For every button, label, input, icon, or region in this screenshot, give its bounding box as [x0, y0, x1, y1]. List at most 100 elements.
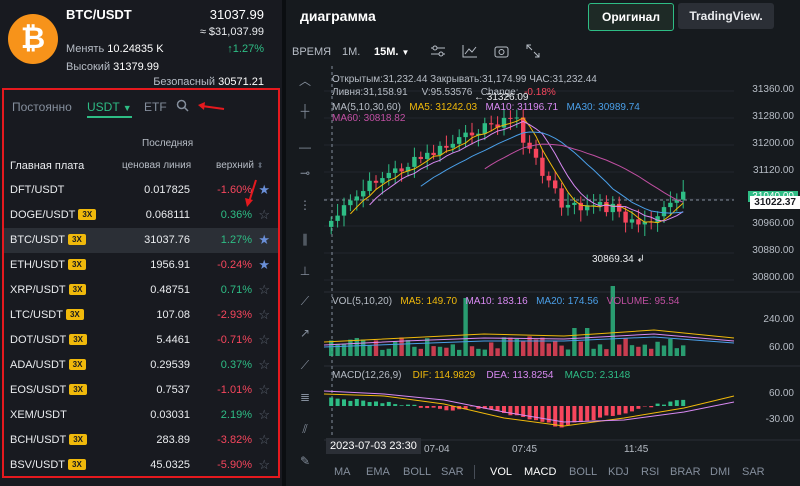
macd-bar [668, 401, 673, 406]
ray-line-icon[interactable]: ↗ [296, 324, 314, 342]
market-row[interactable]: ETH/USDT 3X 1956.91 -0.24% ★ [4, 253, 278, 278]
indicator-dmi[interactable]: DMI [710, 466, 730, 478]
col-name[interactable]: Главная плата [10, 160, 84, 172]
indicator-macd[interactable]: MACD [524, 466, 556, 478]
market-row[interactable]: BCH/USDT 3X 283.89 -3.82% ☆ [4, 428, 278, 453]
favorite-star-icon[interactable]: ☆ [258, 332, 270, 348]
favorite-star-icon[interactable]: ☆ [258, 207, 270, 223]
original-chart-button[interactable]: Оригинал [588, 3, 674, 31]
macd-label: MACD(12,26,9) [332, 370, 402, 381]
horizontal-ray-icon[interactable]: ⊸ [296, 164, 314, 182]
indicator-brar[interactable]: BRAR [670, 466, 701, 478]
favorite-star-icon[interactable]: ★ [258, 232, 270, 248]
timeframe-time[interactable]: ВРЕМЯ [292, 46, 331, 58]
segment-icon[interactable]: ⟋ [296, 356, 314, 374]
candle-body [361, 191, 366, 197]
market-row[interactable]: BTC/USDT 3X 31037.76 1.27% ★ [4, 228, 278, 253]
safe-value: 30571.21 [218, 76, 264, 88]
tradingview-button[interactable]: TradingView. [678, 3, 774, 29]
horizontal-line-icon[interactable]: — [296, 138, 314, 156]
favorite-star-icon[interactable]: ★ [258, 182, 270, 198]
macd-bar [623, 406, 628, 414]
chevron-down-icon: ▼ [122, 103, 132, 113]
tab-permanent[interactable]: Постоянно [12, 100, 72, 114]
favorite-star-icon[interactable]: ☆ [258, 407, 270, 423]
volume-bar [405, 340, 411, 356]
favorite-star-icon[interactable]: ☆ [258, 432, 270, 448]
current-price-tag: 31022.37 [750, 196, 800, 209]
market-row[interactable]: LTC/USDT 3X 107.08 -2.93% ☆ [4, 303, 278, 328]
pitchfork-icon[interactable]: ⫽ [296, 420, 314, 438]
timeframe-1m[interactable]: 1М. [342, 46, 360, 58]
row-price: 45.0325 [150, 459, 190, 471]
market-row[interactable]: DFT/USDT 0.017825 -1.60% ★ [4, 178, 278, 203]
collapse-toolbar-icon[interactable]: ︿ [296, 72, 314, 90]
volume-bar [348, 339, 353, 356]
timeframe-15m[interactable]: 15М. ▼ [374, 46, 409, 58]
indicator-boll-sub[interactable]: BOLL [569, 466, 597, 478]
crosshair-icon[interactable]: ┼ [296, 102, 314, 120]
settings-sliders-icon[interactable] [430, 44, 446, 61]
candle-body [450, 143, 455, 148]
macd-tick: -30.00 [765, 414, 794, 425]
market-row[interactable]: DOGE/USDT 3X 0.068111 0.36% ☆ [4, 203, 278, 228]
sort-icon: ⬍ [256, 161, 264, 170]
price-line-icon[interactable]: ⊥ [296, 262, 314, 280]
candle-body [636, 219, 641, 225]
row-change: 0.71% [220, 284, 252, 296]
search-icon[interactable] [176, 99, 189, 115]
parallel-channel-icon[interactable]: ∥ [296, 230, 314, 248]
market-row[interactable]: XEM/USDT 0.03031 2.19% ☆ [4, 403, 278, 428]
row-price: 283.89 [156, 434, 190, 446]
macd-bar [559, 406, 564, 428]
vertical-line-icon[interactable]: ⋮ [296, 196, 314, 214]
trend-line-icon[interactable]: ⟋ [296, 292, 314, 310]
market-row[interactable]: BSV/USDT 3X 45.0325 -5.90% ☆ [4, 453, 278, 478]
row-change: 0.36% [220, 209, 252, 221]
fibonacci-icon[interactable]: ≣ [296, 388, 314, 406]
indicator-sar-sub[interactable]: SAR [742, 466, 765, 478]
favorite-star-icon[interactable]: ☆ [258, 457, 270, 473]
indicator-ma[interactable]: MA [334, 466, 351, 478]
brush-icon[interactable]: ✎ [296, 452, 314, 470]
fullscreen-icon[interactable] [526, 44, 540, 61]
low-price-marker-label: 30869.34 [592, 254, 634, 265]
annotation-arrow-icon [198, 102, 225, 110]
tab-etf[interactable]: ETF [144, 100, 167, 114]
indicator-kdj[interactable]: KDJ [608, 466, 629, 478]
screenshot-icon[interactable] [494, 44, 510, 61]
candle-body [604, 201, 609, 213]
crosshair-time-label: 2023-07-03 23:30 [326, 438, 421, 454]
candle-body [444, 145, 449, 148]
indicator-ema[interactable]: EMA [366, 466, 390, 478]
market-row[interactable]: XRP/USDT 3X 0.48751 0.71% ☆ [4, 278, 278, 303]
volume-bar [668, 338, 673, 356]
indicator-sar[interactable]: SAR [441, 466, 464, 478]
col-upper[interactable]: верхний ⬍ [216, 160, 263, 171]
favorite-star-icon[interactable]: ☆ [258, 282, 270, 298]
macd-value: MACD: 2.3148 [564, 370, 631, 381]
indicator-rsi[interactable]: RSI [641, 466, 659, 478]
favorite-star-icon[interactable]: ☆ [258, 307, 270, 323]
indicator-chart-icon[interactable] [462, 44, 478, 61]
change-label: Менять [66, 43, 105, 55]
leverage-badge: 3X [68, 284, 87, 295]
row-price: 1956.91 [150, 259, 190, 271]
market-row[interactable]: EOS/USDT 3X 0.7537 -1.01% ☆ [4, 378, 278, 403]
indicator-vol[interactable]: VOL [490, 466, 512, 478]
chart-canvas[interactable] [324, 66, 800, 462]
kline-chart[interactable]: Открытым:31,232.44 Закрывать:31,174.99 Ч… [324, 66, 800, 462]
high-price-marker-label: 31326.09 [486, 92, 529, 103]
ma-legend: MA(5,10,30,60) MA5: 31242.03 MA10: 31196… [332, 102, 640, 113]
favorite-star-icon[interactable]: ☆ [258, 382, 270, 398]
market-row[interactable]: DOT/USDT 3X 5.4461 -0.71% ☆ [4, 328, 278, 353]
col-last[interactable]: ценовая линия [122, 160, 191, 171]
indicator-boll[interactable]: BOLL [403, 466, 431, 478]
market-row[interactable]: ADA/USDT 3X 0.29539 0.37% ☆ [4, 353, 278, 378]
tab-usdt[interactable]: USDT ▼ [87, 100, 132, 118]
favorite-star-icon[interactable]: ☆ [258, 357, 270, 373]
row-symbol: DOGE/USDT 3X [10, 209, 97, 221]
favorite-star-icon[interactable]: ★ [258, 257, 270, 273]
volume-bar [489, 342, 494, 356]
volume-bar [655, 341, 660, 356]
